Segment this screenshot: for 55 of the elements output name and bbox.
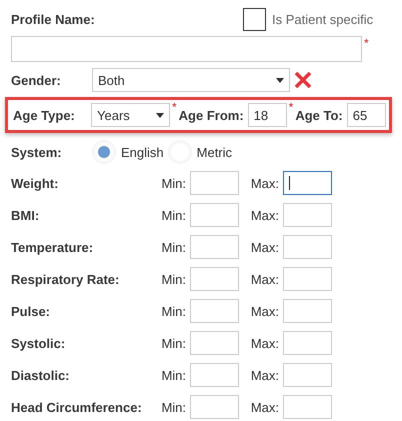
max-field[interactable] [283, 171, 332, 195]
max-label: Max: [250, 336, 279, 350]
age-type-dropdown[interactable]: Years [91, 103, 170, 127]
min-field[interactable] [190, 395, 239, 419]
min-label: Min: [160, 208, 186, 222]
max-label: Max: [250, 368, 279, 382]
checkbox[interactable] [243, 8, 266, 30]
max-label: Max: [250, 208, 279, 222]
min-field[interactable] [190, 171, 239, 195]
checkbox-label: Is Patient specific [272, 12, 374, 26]
dropdown-caret-icon [156, 112, 164, 118]
max-label: Max: [250, 240, 279, 254]
min-field[interactable] [190, 267, 239, 291]
field-label: Age To: [295, 108, 343, 122]
max-label: Max: [250, 304, 279, 318]
min-label: Min: [160, 272, 186, 286]
field-label: Systolic: [11, 336, 66, 350]
close-icon[interactable] [293, 70, 313, 90]
min-field[interactable] [190, 331, 239, 355]
field-label: Profile Name: [11, 12, 96, 26]
min-field[interactable] [190, 299, 239, 323]
min-label: Min: [160, 368, 186, 382]
field-label: System: [11, 144, 63, 160]
age-from-field[interactable]: 18 [248, 103, 287, 127]
required-asterisk: * [288, 100, 294, 114]
min-label: Min: [160, 240, 186, 254]
max-label: Max: [250, 272, 279, 286]
profile-name-field[interactable] [11, 36, 362, 62]
field-label: Age Type: [13, 108, 76, 122]
field-label: Age From: [178, 108, 244, 122]
min-field[interactable] [190, 203, 239, 227]
age-to-field[interactable]: 65 [346, 103, 386, 127]
min-label: Min: [160, 400, 186, 414]
min-field[interactable] [190, 235, 239, 259]
min-field[interactable] [190, 363, 239, 387]
min-label: Min: [160, 336, 186, 350]
required-asterisk: * [364, 36, 369, 50]
dropdown-caret-icon [276, 78, 284, 82]
field-label: Temperature: [11, 240, 94, 254]
radio-option[interactable]: English [92, 140, 164, 164]
max-label: Max: [250, 176, 279, 190]
radio-option[interactable]: Metric [168, 140, 232, 164]
field-label: Diastolic: [11, 368, 71, 382]
field-label: BMI: [11, 208, 40, 222]
required-asterisk: * [172, 100, 177, 114]
field-label: Weight: [11, 176, 60, 190]
min-label: Min: [160, 176, 186, 190]
max-label: Max: [250, 400, 279, 414]
radio-button[interactable] [92, 140, 116, 164]
min-label: Min: [160, 304, 186, 318]
field-label: Gender: [11, 72, 62, 88]
field-label: Pulse: [11, 304, 52, 318]
field-label: Respiratory Rate: [11, 272, 120, 286]
gender-dropdown[interactable]: Both [92, 68, 290, 92]
field-label: Head Circumference: [11, 400, 143, 414]
